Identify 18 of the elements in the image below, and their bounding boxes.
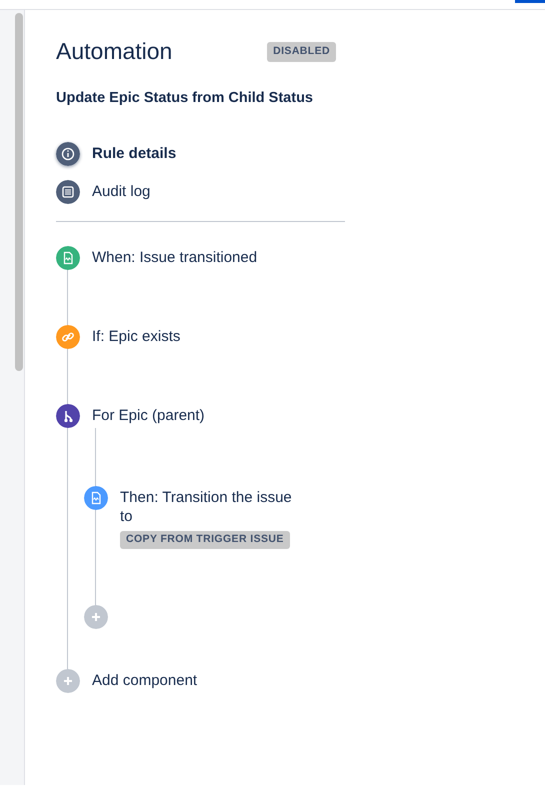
rule-step[interactable]: Then: Transition the issue to COPY FROM TRIGGER ISSUE: [84, 486, 545, 550]
add-component-button[interactable]: Add component: [56, 669, 545, 694]
document-icon: [56, 246, 80, 270]
info-icon: [56, 142, 80, 166]
rule-step[interactable]: If: Epic exists: [56, 325, 545, 350]
rule-name: Update Epic Status from Child Status: [56, 88, 314, 108]
branch-icon: [56, 404, 80, 428]
status-lozenge: DISABLED: [267, 42, 336, 62]
link-icon: [56, 325, 80, 350]
rule-step[interactable]: When: Issue transitioned: [56, 246, 545, 270]
scrollbar-thumb[interactable]: [15, 13, 23, 371]
document-icon: [84, 486, 108, 510]
rule-step[interactable]: For Epic (parent): [56, 404, 545, 428]
list-icon: [56, 180, 80, 204]
sidebar-item[interactable]: Rule details: [56, 142, 345, 166]
sidebar-item[interactable]: Audit log: [56, 180, 345, 204]
value-lozenge: COPY FROM TRIGGER ISSUE: [120, 531, 290, 550]
page-title: Automation: [56, 38, 172, 66]
